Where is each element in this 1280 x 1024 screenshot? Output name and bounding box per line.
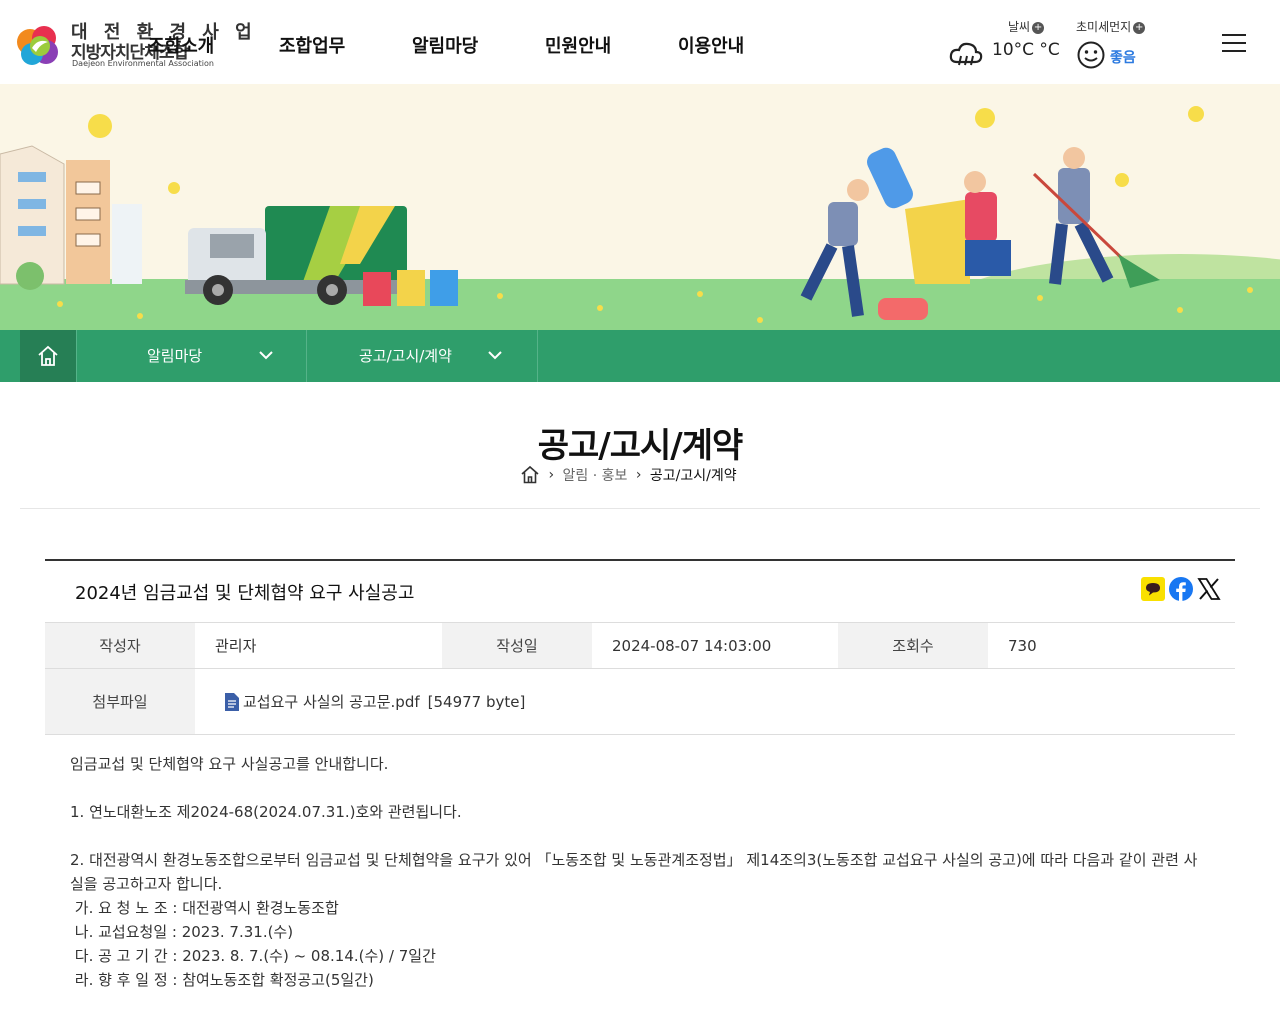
gnb-item-notice[interactable]: 알림마당 <box>412 32 478 58</box>
views-value: 730 <box>1008 636 1037 655</box>
divider <box>20 508 1260 509</box>
board-view: 2024년 임금교섭 및 단체협약 요구 사실공고 작성자 관리자 작성일 20… <box>45 559 1235 735</box>
author-label: 작성자 <box>45 623 195 668</box>
chevron-right-icon: › <box>635 467 642 483</box>
chevron-down-icon <box>259 351 273 360</box>
attachment-cell: 교섭요구 사실의 공고문.pdf [54977 byte] <box>225 669 525 734</box>
x-twitter-icon[interactable] <box>1197 577 1221 601</box>
banner-illustration <box>0 84 1280 330</box>
plus-icon: + <box>1133 21 1146 34</box>
fine-dust-value: 좋음 <box>1110 50 1136 66</box>
weather-widget[interactable]: 날씨 + 10°C °C <box>946 16 1060 72</box>
share-buttons <box>1141 575 1221 603</box>
author-value: 관리자 <box>215 637 257 655</box>
attachment-row: 첨부파일 교섭요구 사실의 공고문.pdf [54977 byte] <box>45 669 1235 735</box>
sub-navigation: 알림마당 공고/고시/계약 <box>0 330 1280 382</box>
subnav-dropdown-board[interactable]: 공고/고시/계약 <box>307 330 538 382</box>
content-line: 2. 대전광역시 환경노동조합으로부터 임금교섭 및 단체협약을 요구가 있어 … <box>70 851 1198 893</box>
attachment-filesize: [54977 byte] <box>427 692 526 711</box>
hamburger-menu-icon[interactable] <box>1222 34 1246 54</box>
subnav-dropdown-notice[interactable]: 알림마당 <box>76 330 307 382</box>
views-label: 조회수 <box>838 623 988 668</box>
site-header: 대 전 환 경 사 업 지방자치단체조합 Daejeon Environment… <box>0 0 1280 84</box>
subnav-dropdown-label: 공고/고시/계약 <box>359 347 452 365</box>
gnb-item-about[interactable]: 조합소개 <box>148 32 214 58</box>
logo-name-en: Daejeon Environmental Association <box>72 59 214 68</box>
subnav-home-button[interactable] <box>20 330 76 382</box>
chevron-down-icon <box>488 351 502 360</box>
home-icon <box>38 345 58 366</box>
attachment-link[interactable]: 교섭요구 사실의 공고문.pdf [54977 byte] <box>225 691 525 712</box>
kakaotalk-icon[interactable] <box>1141 577 1165 601</box>
breadcrumb: › 알림 · 홍보 › 공고/고시/계약 <box>520 465 737 487</box>
gnb-item-civil[interactable]: 민원안내 <box>545 32 611 58</box>
post-content: 임금교섭 및 단체협약 요구 사실공고를 안내합니다. 1. 연노대환노조 제2… <box>70 752 1210 992</box>
gnb-item-guide[interactable]: 이용안내 <box>678 32 744 58</box>
page-title: 공고/고시/계약 <box>537 426 744 466</box>
cloud-rain-icon <box>949 42 983 66</box>
content-line: 다. 공 고 기 간 : 2023. 8. 7.(수) ~ 08.14.(수) … <box>70 947 436 965</box>
date-label: 작성일 <box>442 623 592 668</box>
fine-dust-widget[interactable]: 초미세먼지 + 좋음 <box>1074 16 1164 72</box>
fine-dust-label: 초미세먼지 + <box>1076 20 1146 34</box>
content-line: 라. 향 후 일 정 : 참여노동조합 확정공고(5일간) <box>70 971 374 989</box>
content-line: 나. 교섭요청일 : 2023. 7.31.(수) <box>70 923 294 941</box>
subnav-dropdown-label: 알림마당 <box>147 347 203 365</box>
content-line: 가. 요 청 노 조 : 대전광역시 환경노동조합 <box>70 899 339 917</box>
board-title-row: 2024년 임금교섭 및 단체협약 요구 사실공고 <box>45 561 1235 623</box>
attachment-label: 첨부파일 <box>45 669 195 734</box>
weather-temp: 10°C °C <box>992 40 1060 60</box>
date-value: 2024-08-07 14:03:00 <box>612 636 772 655</box>
content-line: 임금교섭 및 단체협약 요구 사실공고를 안내합니다. <box>70 755 389 773</box>
plus-icon: + <box>1032 21 1045 34</box>
logo-emblem-icon <box>17 26 58 65</box>
post-meta-row: 작성자 관리자 작성일 2024-08-07 14:03:00 조회수 730 <box>45 623 1235 669</box>
facebook-icon[interactable] <box>1169 577 1193 601</box>
weather-label: 날씨 + <box>1008 20 1045 34</box>
chevron-right-icon: › <box>548 467 555 483</box>
smile-face-icon <box>1077 41 1105 69</box>
gnb-item-work[interactable]: 조합업무 <box>279 32 345 58</box>
breadcrumb-item[interactable]: 알림 · 홍보 <box>563 465 628 485</box>
breadcrumb-item-current: 공고/고시/계약 <box>649 468 737 484</box>
post-title: 2024년 임금교섭 및 단체협약 요구 사실공고 <box>75 583 415 604</box>
home-icon[interactable] <box>520 465 540 485</box>
file-document-icon <box>225 692 239 711</box>
attachment-filename: 교섭요구 사실의 공고문.pdf <box>243 693 420 711</box>
hero-banner-illustration <box>0 84 1280 330</box>
content-line: 1. 연노대환노조 제2024-68(2024.07.31.)호와 관련됩니다. <box>70 803 462 821</box>
